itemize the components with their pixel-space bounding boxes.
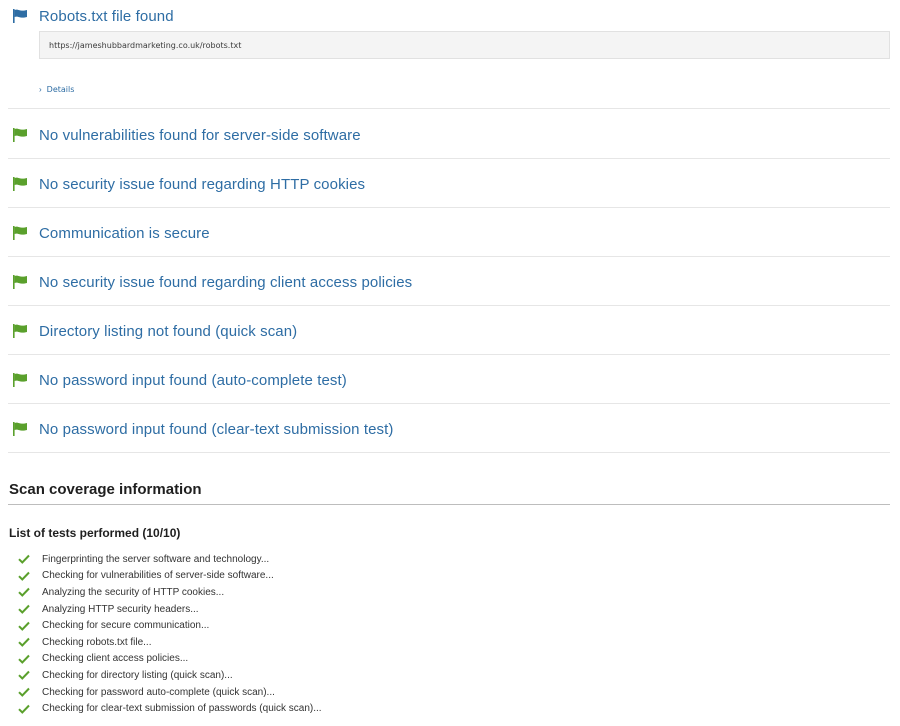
finding-title: No security issue found regarding client… (39, 273, 413, 291)
finding-password-cleartext: No password input found (clear-text subm… (8, 414, 890, 453)
test-label: Checking robots.txt file... (42, 636, 152, 648)
green-flag-icon (12, 324, 28, 338)
finding-title: Communication is secure (39, 224, 210, 242)
finding-title: No vulnerabilities found for server-side… (39, 126, 361, 144)
section-divider (8, 504, 890, 505)
check-icon (18, 637, 30, 648)
finding-password-autocomplete: No password input found (auto-complete t… (8, 365, 890, 404)
list-item: Checking for password auto-complete (qui… (18, 684, 322, 701)
finding-header[interactable]: No security issue found regarding HTTP c… (8, 169, 890, 199)
check-icon (18, 704, 30, 714)
list-item: Checking for directory listing (quick sc… (18, 667, 322, 684)
green-flag-icon (12, 422, 28, 436)
finding-title: No security issue found regarding HTTP c… (39, 175, 366, 193)
tests-list: Fingerprinting the server software and t… (18, 551, 322, 717)
test-label: Checking for directory listing (quick sc… (42, 669, 233, 681)
list-item: Checking for vulnerabilities of server-s… (18, 568, 322, 585)
check-icon (18, 670, 30, 681)
list-item: Checking client access policies... (18, 651, 322, 668)
finding-header[interactable]: Communication is secure (8, 218, 890, 248)
check-icon (18, 554, 30, 565)
robots-url-field: https://jameshubbardmarketing.co.uk/robo… (39, 31, 890, 59)
blue-flag-icon (12, 9, 28, 23)
finding-header[interactable]: Directory listing not found (quick scan) (8, 316, 890, 346)
check-icon (18, 571, 30, 581)
finding-header[interactable]: No vulnerabilities found for server-side… (8, 120, 890, 150)
finding-header[interactable]: No password input found (clear-text subm… (8, 414, 890, 444)
details-toggle[interactable]: › Details (39, 83, 74, 95)
test-label: Analyzing HTTP security headers... (42, 603, 199, 615)
test-label: Checking for clear-text submission of pa… (42, 703, 322, 715)
check-icon (18, 604, 30, 615)
test-label: Checking for secure communication... (42, 620, 210, 632)
finding-communication: Communication is secure (8, 218, 890, 257)
finding-client-access-policies: No security issue found regarding client… (8, 267, 890, 306)
check-icon (18, 654, 30, 664)
test-label: Checking for vulnerabilities of server-s… (42, 570, 274, 582)
list-item: Fingerprinting the server software and t… (18, 551, 322, 568)
check-icon (18, 621, 30, 631)
green-flag-icon (12, 275, 28, 289)
tests-performed-title: List of tests performed (10/10) (9, 526, 181, 540)
finding-header[interactable]: No password input found (auto-complete t… (8, 365, 890, 395)
green-flag-icon (12, 177, 28, 191)
finding-title: No password input found (clear-text subm… (39, 420, 394, 438)
test-label: Checking client access policies... (42, 653, 189, 665)
details-label: Details (46, 84, 75, 94)
check-icon (18, 587, 30, 598)
check-icon (18, 687, 30, 697)
list-item: Checking robots.txt file... (18, 634, 322, 651)
finding-title: No password input found (auto-complete t… (39, 371, 347, 389)
finding-header[interactable]: Robots.txt file found (8, 1, 890, 31)
finding-http-cookies: No security issue found regarding HTTP c… (8, 169, 890, 208)
list-item: Analyzing the security of HTTP cookies..… (18, 584, 322, 601)
finding-directory-listing: Directory listing not found (quick scan) (8, 316, 890, 355)
finding-robots-txt: Robots.txt file found https://jameshubba… (8, 1, 890, 109)
finding-header[interactable]: No security issue found regarding client… (8, 267, 890, 297)
finding-title: Robots.txt file found (39, 7, 174, 25)
green-flag-icon (12, 128, 28, 142)
scan-results-page: Robots.txt file found https://jameshubba… (0, 0, 900, 726)
scan-coverage-title: Scan coverage information (9, 481, 202, 498)
test-label: Checking for password auto-complete (qui… (42, 686, 275, 698)
list-item: Checking for secure communication... (18, 617, 322, 634)
list-item: Checking for clear-text submission of pa… (18, 700, 322, 717)
green-flag-icon (12, 373, 28, 387)
chevron-right-icon: › (39, 84, 42, 94)
robots-url: https://jameshubbardmarketing.co.uk/robo… (49, 40, 242, 50)
test-label: Fingerprinting the server software and t… (42, 553, 270, 565)
test-label: Analyzing the security of HTTP cookies..… (42, 586, 225, 598)
finding-title: Directory listing not found (quick scan) (39, 322, 298, 340)
green-flag-icon (12, 226, 28, 240)
list-item: Analyzing HTTP security headers... (18, 601, 322, 618)
finding-server-side-software: No vulnerabilities found for server-side… (8, 120, 890, 159)
